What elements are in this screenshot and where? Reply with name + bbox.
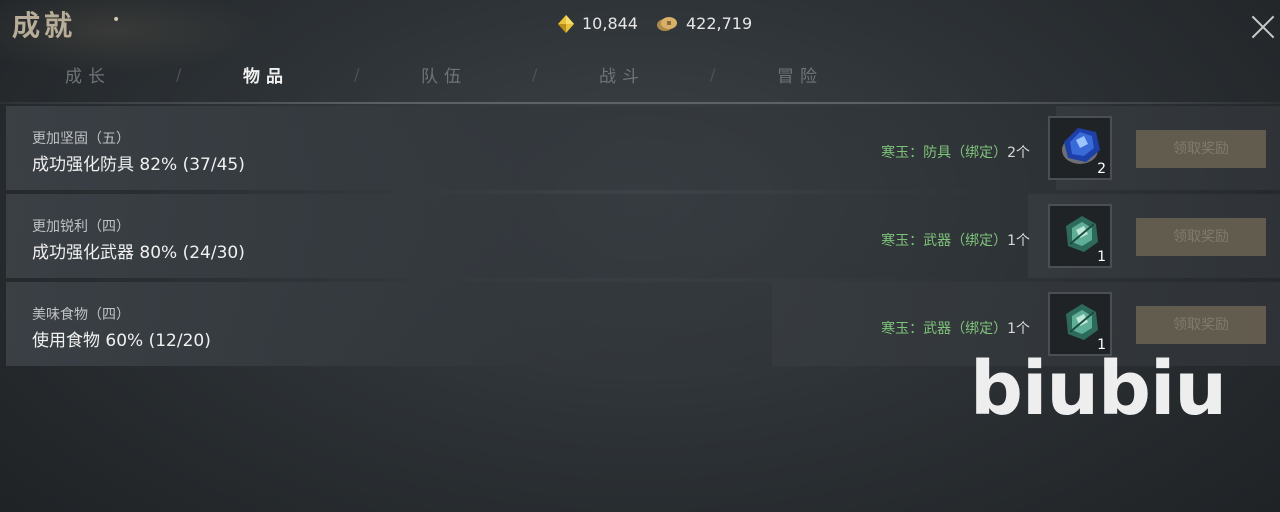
achievement-row: 更加锐利（四） 成功强化武器 80% (24/30) 寒玉：武器（绑定）1个 1… — [6, 194, 1280, 278]
reward-item-slot[interactable]: 2 — [1048, 116, 1112, 180]
coin-currency: 422,719 — [656, 14, 752, 33]
tab-items[interactable]: 物品 — [206, 62, 326, 87]
achievement-progress-text: 使用食物 60% (12/20) — [32, 331, 211, 351]
achievement-row: 更加坚固（五） 成功强化防具 82% (37/45) 寒玉：防具（绑定）2个 2… — [6, 106, 1280, 190]
tab-combat[interactable]: 战斗 — [562, 62, 682, 87]
coin-currency-value: 422,719 — [686, 14, 753, 33]
achievement-name: 更加锐利（四） — [32, 219, 130, 235]
tab-team[interactable]: 队伍 — [384, 62, 504, 87]
watermark: biubiu — [970, 346, 1227, 432]
achievement-progress-text: 成功强化防具 82% (37/45) — [32, 155, 245, 175]
achievement-name: 更加坚固（五） — [32, 131, 130, 147]
page-title: 成就 — [12, 9, 77, 42]
jade-currency-value: 10,844 — [582, 14, 638, 33]
tab-adventure[interactable]: 冒险 — [740, 62, 860, 87]
tab-bar: 成长 / 物品 / 队伍 / 战斗 / 冒险 — [0, 62, 900, 92]
tab-separator: / — [532, 65, 538, 84]
claim-reward-button[interactable]: 领取奖励 — [1136, 130, 1266, 168]
reward-item-slot[interactable]: 1 — [1048, 204, 1112, 268]
reward-count: 1个 — [1007, 321, 1030, 337]
claim-reward-button[interactable]: 领取奖励 — [1136, 306, 1266, 344]
reward-label: 寒玉：武器（绑定）1个 — [881, 230, 1030, 250]
tab-separator: / — [710, 65, 716, 84]
achievement-name: 美味食物（四） — [32, 307, 130, 323]
tab-divider — [0, 102, 1280, 104]
claim-reward-button[interactable]: 领取奖励 — [1136, 218, 1266, 256]
close-icon[interactable] — [1248, 12, 1278, 42]
reward-count: 1个 — [1007, 233, 1030, 249]
jade-currency: 10,844 — [558, 14, 638, 33]
reward-label: 寒玉：防具（绑定）2个 — [881, 142, 1030, 162]
title-dot: • — [112, 12, 121, 28]
item-quantity: 2 — [1097, 161, 1106, 177]
reward-item-name: 寒玉：武器（绑定） — [881, 321, 1008, 337]
reward-item-name: 寒玉：防具（绑定） — [881, 145, 1008, 161]
tab-separator: / — [354, 65, 360, 84]
reward-label: 寒玉：武器（绑定）1个 — [881, 318, 1030, 338]
achievement-progress-text: 成功强化武器 80% (24/30) — [32, 243, 245, 263]
tab-separator: / — [176, 65, 182, 84]
reward-item-name: 寒玉：武器（绑定） — [881, 233, 1008, 249]
tab-growth[interactable]: 成长 — [28, 62, 148, 87]
copper-coin-icon — [657, 16, 677, 31]
jade-diamond-icon — [558, 14, 574, 33]
item-quantity: 1 — [1097, 249, 1106, 265]
reward-count: 2个 — [1007, 145, 1030, 161]
